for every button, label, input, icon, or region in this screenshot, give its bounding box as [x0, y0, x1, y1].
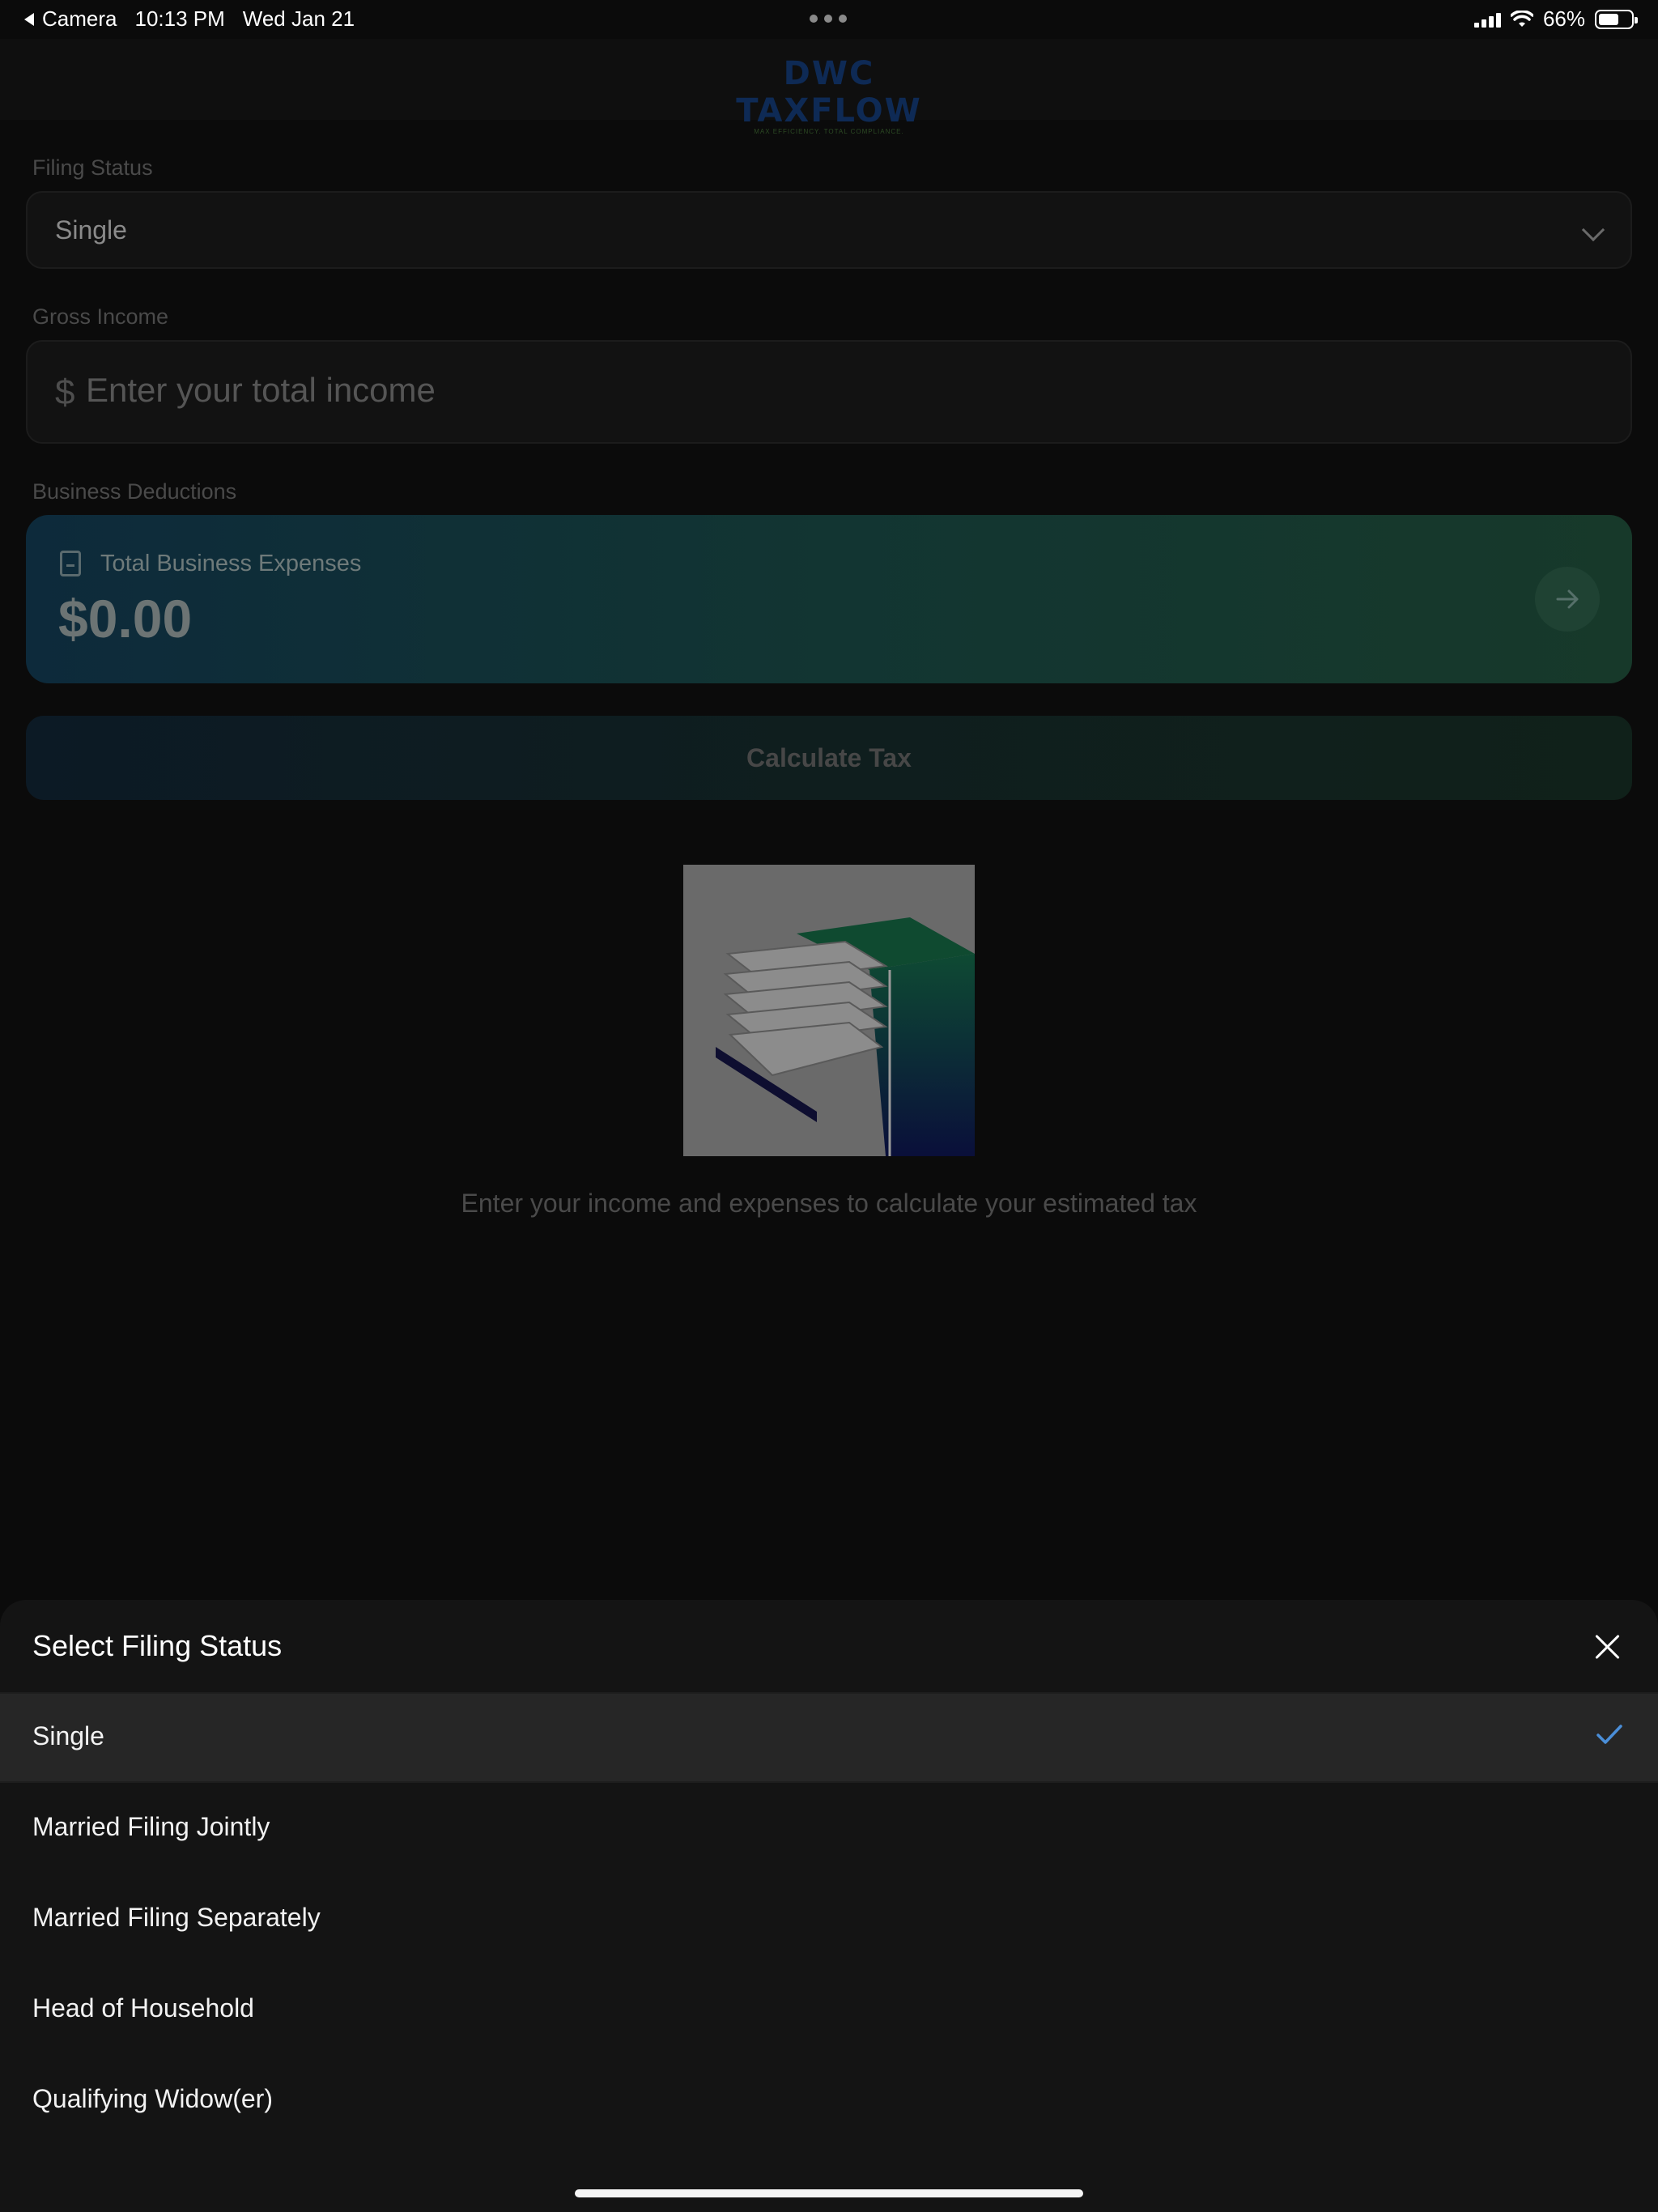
filing-status-label: Filing Status: [32, 155, 153, 180]
option-label: Single: [32, 1721, 104, 1750]
option-label: Married Filing Jointly: [32, 1812, 270, 1841]
filing-status-sheet: Select Filing Status Single Married Fili…: [0, 1600, 1658, 2212]
app-logo: DWC TAXFLOW MAX EFFICIENCY. TOTAL COMPLI…: [704, 55, 954, 135]
battery-percent: 66%: [1542, 6, 1585, 31]
option-label: Qualifying Widow(er): [32, 2084, 273, 2113]
expenses-title: Total Business Expenses: [100, 551, 362, 576]
option-married-filing-jointly[interactable]: Married Filing Jointly: [0, 1784, 1658, 1874]
home-indicator[interactable]: [575, 2189, 1083, 2197]
back-app-label: Camera: [42, 6, 117, 31]
gross-income-input[interactable]: [86, 371, 1462, 410]
option-qualifying-widower[interactable]: Qualifying Widow(er): [0, 2057, 1658, 2146]
app-header: DWC TAXFLOW MAX EFFICIENCY. TOTAL COMPLI…: [0, 39, 1658, 135]
chevron-down-icon: [1581, 218, 1605, 242]
gross-income-label: Gross Income: [32, 304, 169, 329]
business-expenses-card[interactable]: Total Business Expenses $0.00: [26, 515, 1632, 683]
wifi-icon: [1510, 10, 1533, 27]
option-married-filing-separately[interactable]: Married Filing Separately: [0, 1875, 1658, 1964]
option-label: Head of Household: [32, 1993, 254, 2023]
battery-icon: [1595, 9, 1638, 29]
gross-income-field[interactable]: $: [26, 340, 1632, 444]
tax-documents-illustration: [683, 865, 975, 1156]
sheet-title: Select Filing Status: [32, 1629, 283, 1662]
filing-status-value: Single: [55, 215, 127, 245]
document-icon: [60, 551, 81, 576]
calculate-tax-button[interactable]: Calculate Tax: [26, 716, 1632, 800]
arrow-right-icon[interactable]: [1535, 567, 1600, 632]
close-icon[interactable]: [1590, 1629, 1626, 1665]
filing-status-select[interactable]: Single: [26, 191, 1632, 269]
option-label: Married Filing Separately: [32, 1903, 321, 1932]
multitasking-dots-icon[interactable]: [810, 15, 847, 23]
status-time: 10:13 PM: [134, 6, 225, 31]
option-head-of-household[interactable]: Head of Household: [0, 1966, 1658, 2055]
cellular-signal-icon: [1473, 11, 1501, 28]
dollar-icon: $: [55, 372, 75, 412]
status-bar: Camera 10:13 PM Wed Jan 21 66%: [0, 0, 1658, 39]
back-to-app[interactable]: Camera: [24, 6, 117, 32]
back-arrow-icon: [24, 12, 34, 26]
logo-text: DWC TAXFLOW: [736, 55, 922, 130]
option-single[interactable]: Single: [0, 1694, 1658, 1783]
app-screen: Camera 10:13 PM Wed Jan 21 66% DWC TAXFL…: [0, 0, 1658, 2212]
expenses-amount: $0.00: [58, 589, 193, 649]
status-date: Wed Jan 21: [242, 6, 355, 31]
empty-state-hint: Enter your income and expenses to calcul…: [461, 1189, 1197, 1218]
business-deductions-label: Business Deductions: [32, 479, 237, 504]
checkmark-icon: [1596, 1725, 1622, 1744]
